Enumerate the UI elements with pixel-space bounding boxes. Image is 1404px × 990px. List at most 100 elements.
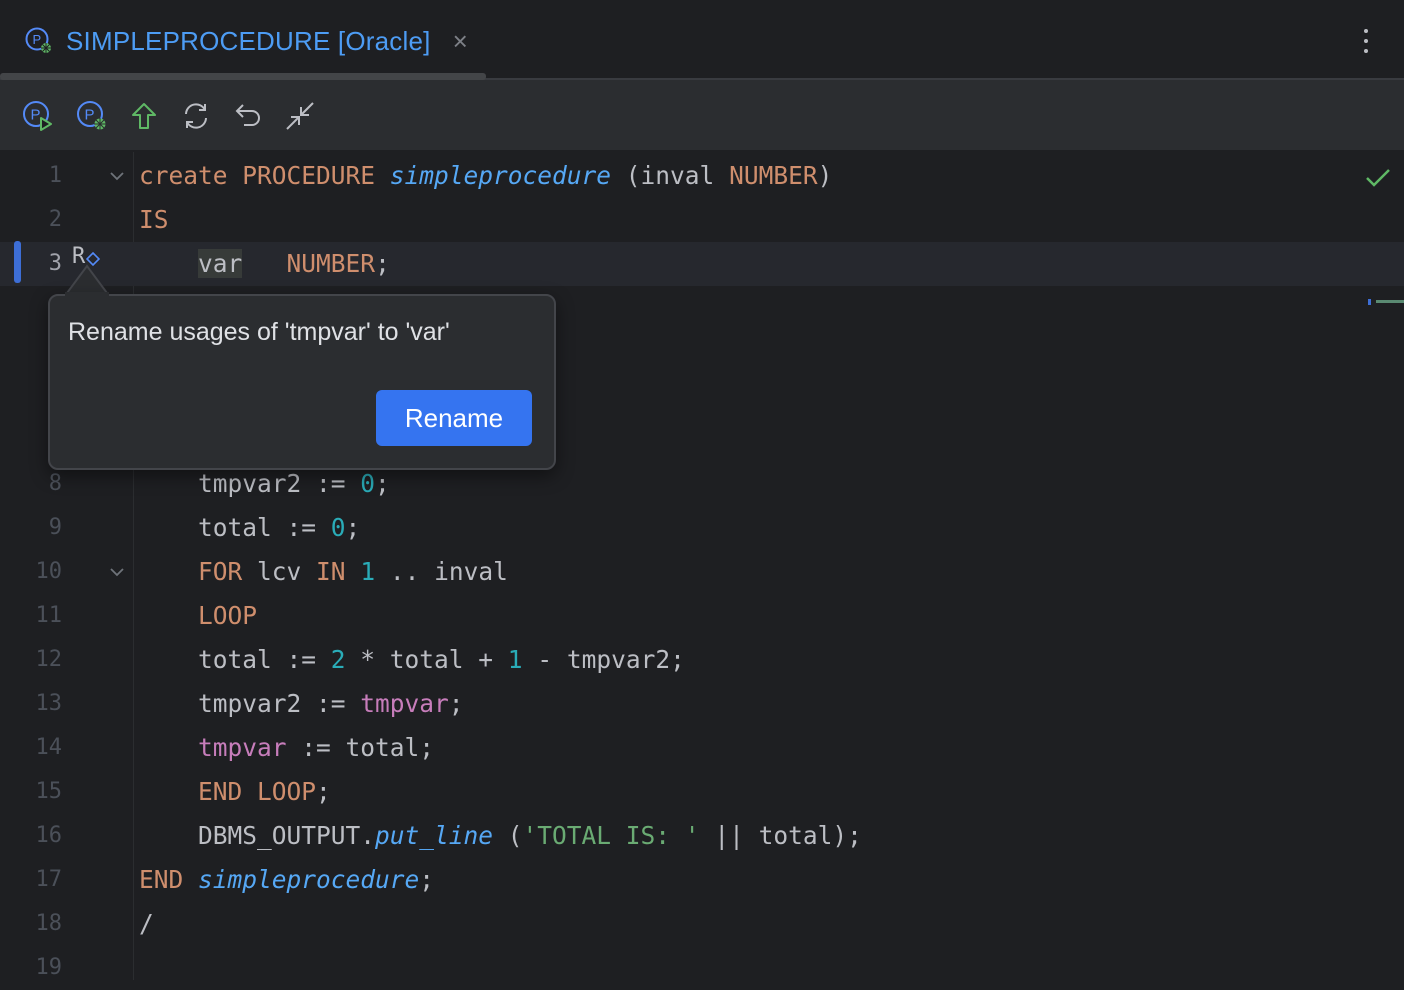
popup-pointer-join	[65, 292, 109, 298]
fold-chevron-icon[interactable]	[108, 564, 126, 580]
token-num: 1	[360, 557, 376, 586]
code-text[interactable]: /	[139, 902, 154, 946]
token-num: 0	[360, 469, 376, 498]
code-text[interactable]: LOOP	[139, 594, 257, 638]
code-line[interactable]: 19	[0, 946, 1404, 990]
code-line[interactable]: 18 /	[0, 902, 1404, 946]
code-line[interactable]: 11 LOOP	[0, 594, 1404, 638]
token: || total);	[699, 821, 862, 850]
debug-procedure-icon[interactable]: P	[74, 98, 110, 134]
code-text[interactable]: total := 2 * total + 1 - tmpvar2;	[139, 638, 685, 682]
token-kw: PROCEDURE	[242, 161, 390, 190]
token: tmpvar2 :=	[139, 689, 361, 718]
code-text[interactable]: END simpleprocedure;	[139, 858, 434, 902]
token-var: tmpvar	[360, 689, 449, 718]
line-number: 3	[48, 251, 62, 276]
code-line[interactable]: 2 IS	[0, 198, 1404, 242]
token-str: 'TOTAL IS: '	[522, 821, 700, 850]
token-kw: IN	[316, 557, 346, 586]
token: )	[817, 161, 833, 190]
code-editor[interactable]: 1 create PROCEDURE simpleprocedure (inval…	[0, 152, 1404, 980]
token: ;	[375, 469, 390, 498]
code-text[interactable]: total := 0;	[139, 506, 360, 550]
submit-arrow-icon[interactable]	[126, 98, 162, 134]
line-number: 18	[35, 911, 63, 936]
token-kw: NUMBER	[729, 161, 818, 190]
line-number: 19	[35, 955, 63, 980]
code-text[interactable]: tmpvar := total;	[139, 726, 434, 770]
line-number: 14	[35, 735, 63, 760]
token-num: 2	[330, 645, 346, 674]
fold-chevron-icon[interactable]	[108, 168, 126, 184]
code-text[interactable]: var NUMBER;	[139, 242, 390, 286]
token-kw: END LOOP	[198, 777, 317, 806]
line-number: 2	[48, 207, 62, 232]
refresh-icon[interactable]	[178, 98, 214, 134]
line-number: 12	[35, 647, 63, 672]
token: total :=	[139, 513, 331, 542]
token: ;	[448, 689, 464, 718]
token: (inval	[611, 161, 730, 190]
svg-text:P: P	[85, 107, 95, 124]
code-line[interactable]: 3 var NUMBER;	[0, 242, 1404, 286]
token: - tmpvar2;	[522, 645, 685, 674]
popup-message: Rename usages of 'tmpvar' to 'var'	[68, 318, 450, 346]
editor-tab-bar: P SIMPLEPROCEDURE [Oracle] ×	[0, 0, 1404, 80]
token: ;	[375, 249, 390, 278]
token-num: 0	[330, 513, 346, 542]
scrollbar-marker[interactable]	[1368, 292, 1404, 305]
svg-text:P: P	[31, 107, 41, 124]
tab-close-icon[interactable]: ×	[453, 28, 468, 54]
code-line[interactable]: 13 tmpvar2 := tmpvar;	[0, 682, 1404, 726]
change-marker[interactable]	[14, 241, 21, 283]
line-number: 16	[35, 823, 63, 848]
line-number: 10	[35, 559, 63, 584]
line-number: 11	[35, 603, 63, 628]
code-line[interactable]: 1 create PROCEDURE simpleprocedure (inval…	[0, 154, 1404, 198]
token: lcv	[242, 557, 317, 586]
code-text[interactable]: END LOOP;	[139, 770, 331, 814]
revert-icon[interactable]	[230, 98, 266, 134]
token-fn: simpleprocedure	[198, 865, 420, 894]
token-var: tmpvar	[198, 733, 287, 762]
token-fn: simpleprocedure	[389, 161, 612, 190]
code-line[interactable]: 10 FOR lcv IN 1 .. inval	[0, 550, 1404, 594]
code-text[interactable]: IS	[139, 198, 169, 242]
no-problems-check-icon[interactable]	[1364, 166, 1392, 190]
code-line[interactable]: 14 tmpvar := total;	[0, 726, 1404, 770]
tab-simpleprocedure[interactable]: P SIMPLEPROCEDURE [Oracle] ×	[24, 24, 468, 58]
active-tab-indicator	[0, 73, 486, 80]
rename-button[interactable]: Rename	[376, 390, 532, 446]
code-line[interactable]: 16 DBMS_OUTPUT.put_line ('TOTAL IS: ' ||…	[0, 814, 1404, 858]
more-options-icon[interactable]	[1356, 24, 1376, 58]
code-text[interactable]: create PROCEDURE simpleprocedure (inval …	[139, 154, 832, 198]
line-number: 9	[48, 515, 62, 540]
svg-text:P: P	[33, 32, 42, 47]
code-line[interactable]: 17 END simpleprocedure;	[0, 858, 1404, 902]
line-number: 15	[35, 779, 63, 804]
procedure-debug-icon: P	[24, 26, 54, 56]
line-number: 13	[35, 691, 63, 716]
token: .. inval	[375, 557, 508, 586]
code-text[interactable]: FOR lcv IN 1 .. inval	[139, 550, 508, 594]
code-text[interactable]: tmpvar2 := tmpvar;	[139, 682, 464, 726]
code-line[interactable]: 15 END LOOP;	[0, 770, 1404, 814]
token-fn: put_line	[375, 821, 494, 850]
code-text[interactable]: DBMS_OUTPUT.put_line ('TOTAL IS: ' || to…	[139, 814, 862, 858]
token-kw: LOOP	[198, 601, 258, 630]
tab-title: SIMPLEPROCEDURE [Oracle]	[66, 25, 431, 56]
code-line[interactable]: 12 total := 2 * total + 1 - tmpvar2;	[0, 638, 1404, 682]
run-procedure-icon[interactable]: P	[20, 98, 56, 134]
code-line[interactable]: 9 total := 0;	[0, 506, 1404, 550]
token-num: 1	[507, 645, 523, 674]
token: total :=	[139, 645, 331, 674]
token: := total;	[286, 733, 435, 762]
collapse-icon[interactable]	[282, 98, 318, 134]
line-number: 17	[35, 867, 63, 892]
